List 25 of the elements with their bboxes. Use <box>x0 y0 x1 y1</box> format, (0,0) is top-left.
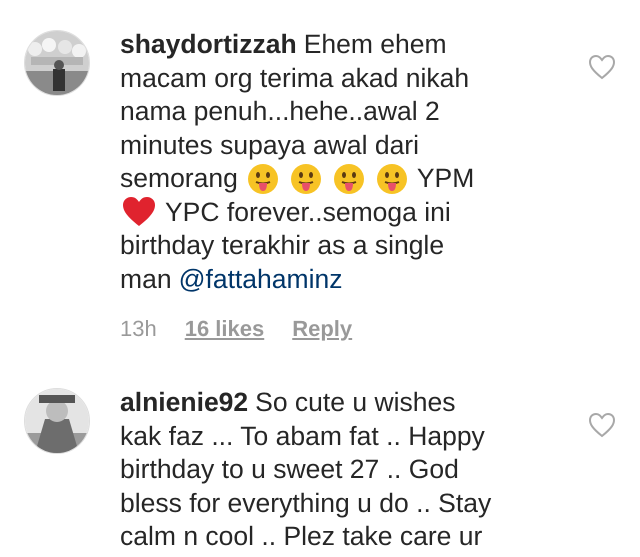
comment-text: birthday terakhir as a single <box>120 229 444 262</box>
comment-text: semorang <box>120 162 238 195</box>
tongue-emoji-icon <box>246 162 279 195</box>
comment-text: kak faz ... To abam fat .. Happy <box>120 420 485 452</box>
tongue-emoji-icon <box>290 162 322 195</box>
comment-text: minutes supaya awal dari <box>120 128 420 162</box>
comment-text: Ehem ehem <box>304 28 447 61</box>
heart-emoji-icon <box>122 196 156 228</box>
comment-text: So cute u wishes <box>255 386 456 419</box>
comment-text: birthday to u sweet 27 .. God <box>120 453 459 486</box>
tongue-emoji-icon <box>376 162 408 195</box>
comment-text: calm n cool .. Plez take care ur <box>120 520 482 553</box>
username-link[interactable]: shaydortizzah <box>120 28 297 62</box>
comment-text: YPM <box>416 162 474 195</box>
like-heart-icon[interactable] <box>588 54 616 80</box>
comment-text: macam org terima akad nikah <box>120 62 470 94</box>
comment-text: bless for everything u do .. Stay <box>120 486 492 520</box>
comment-text: YPC forever..semoga ini <box>165 196 451 228</box>
comment-text: nama penuh...hehe..awal 2 <box>120 95 440 128</box>
timestamp: 13h <box>120 316 157 342</box>
username-link[interactable]: alnienie92 <box>120 386 248 420</box>
tongue-emoji-icon <box>332 162 365 195</box>
like-heart-icon[interactable] <box>588 412 616 438</box>
mention-link[interactable]: @fattahaminz <box>178 262 342 296</box>
comment-text: man <box>120 262 172 296</box>
